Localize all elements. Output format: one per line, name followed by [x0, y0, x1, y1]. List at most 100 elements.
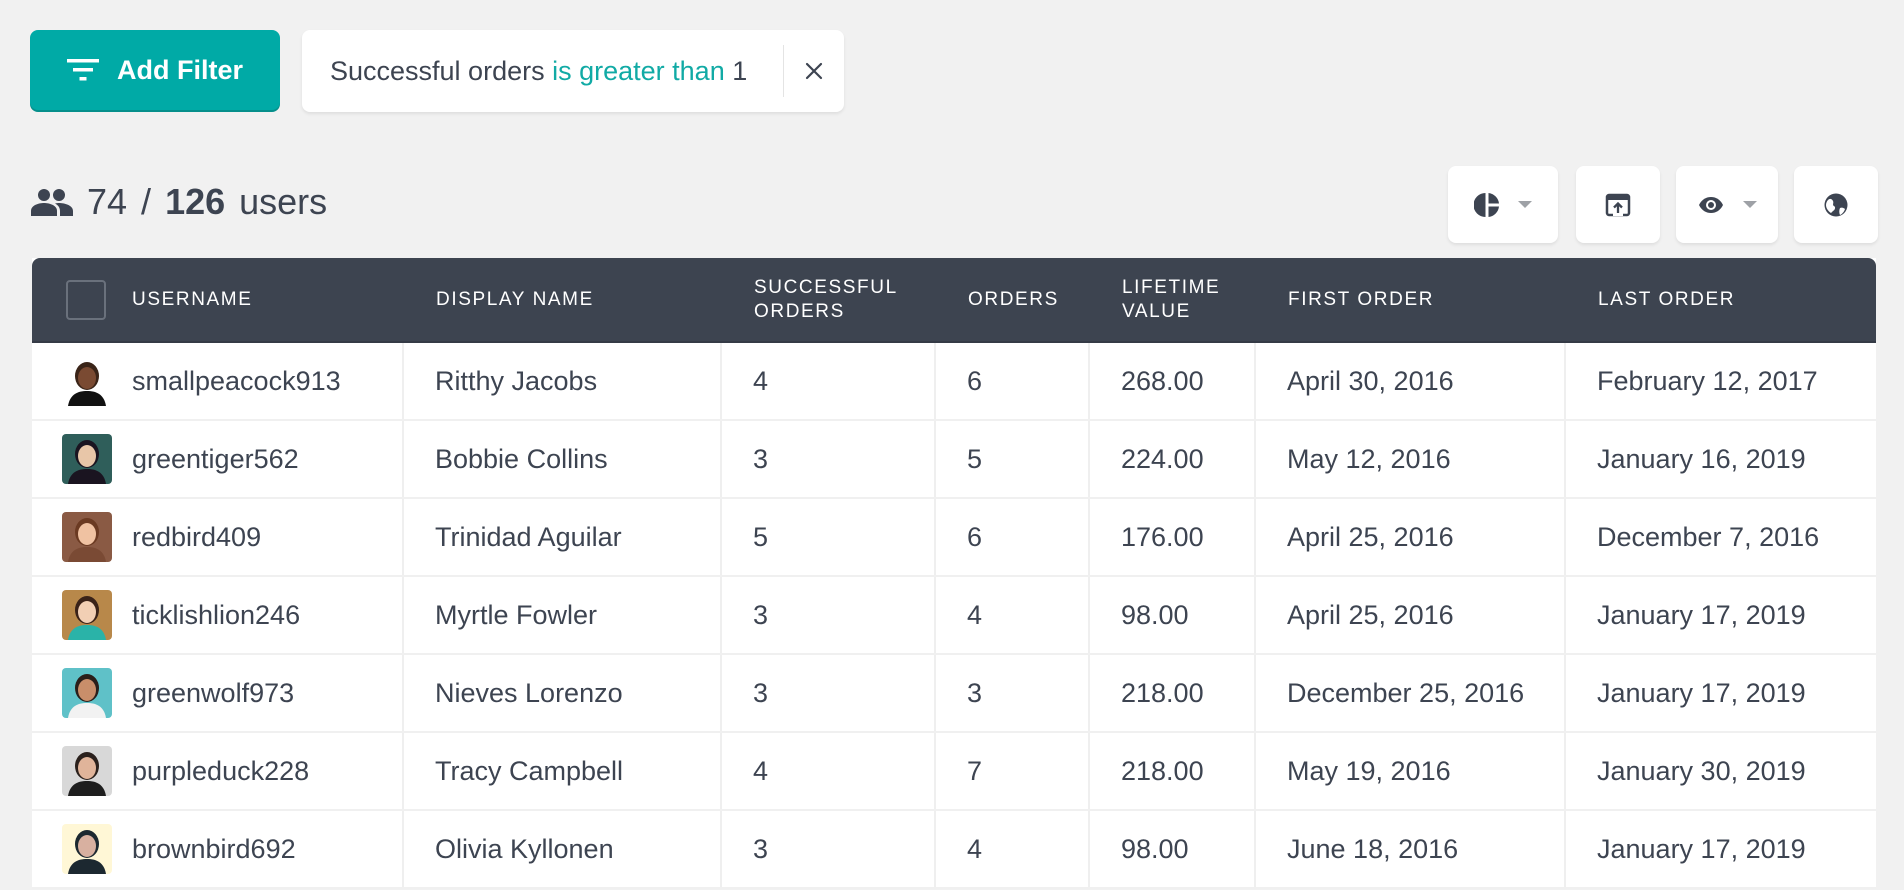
display-name: Ritthy Jacobs	[435, 365, 598, 396]
avatar[interactable]	[62, 590, 112, 640]
export-button[interactable]	[1576, 166, 1660, 243]
cell-username: greenwolf973	[32, 655, 404, 731]
column-header-first-order[interactable]: First Order	[1256, 258, 1566, 341]
cell-last-order: January 17, 2019	[1566, 655, 1876, 731]
filter-value: 1	[732, 55, 748, 86]
orders: 6	[967, 521, 983, 552]
cell-last-order: February 12, 2017	[1566, 343, 1876, 419]
avatar[interactable]	[62, 668, 112, 718]
cell-username: ticklishlion246	[32, 577, 404, 653]
first-order: April 30, 2016	[1287, 365, 1454, 396]
table-row[interactable]: smallpeacock913 Ritthy Jacobs 4 6 268.00…	[32, 343, 1876, 421]
avatar-image	[62, 590, 112, 640]
username[interactable]: purpleduck228	[132, 756, 309, 787]
total-count: 126	[165, 181, 226, 222]
column-header-lifetime-value[interactable]: Lifetime Value	[1090, 258, 1256, 341]
last-order: January 17, 2019	[1597, 677, 1806, 708]
cell-display-name: Nieves Lorenzo	[404, 655, 722, 731]
lifetime-value: 98.00	[1121, 599, 1189, 630]
column-label-line2: Orders	[754, 300, 845, 322]
avatar[interactable]	[62, 356, 112, 406]
column-header-successful-orders[interactable]: Successful Orders	[722, 258, 936, 341]
count-unit: users	[239, 181, 328, 222]
lifetime-value: 268.00	[1121, 365, 1204, 396]
cell-lifetime-value: 176.00	[1090, 499, 1256, 575]
avatar[interactable]	[62, 824, 112, 874]
cell-successful-orders: 5	[722, 499, 936, 575]
chevron-down-icon	[1743, 201, 1757, 208]
active-filter-pill[interactable]: Successful orders is greater than 1	[302, 30, 844, 112]
map-view-button[interactable]	[1794, 166, 1878, 243]
successful-orders: 3	[753, 677, 769, 708]
count-separator: /	[141, 181, 152, 222]
first-order: December 25, 2016	[1287, 677, 1525, 708]
cell-first-order: May 12, 2016	[1256, 421, 1566, 497]
last-order: January 30, 2019	[1597, 755, 1806, 786]
avatar[interactable]	[62, 746, 112, 796]
username[interactable]: ticklishlion246	[132, 600, 300, 631]
cell-display-name: Tracy Campbell	[404, 733, 722, 809]
successful-orders: 3	[753, 443, 769, 474]
username[interactable]: greentiger562	[132, 444, 299, 475]
column-header-orders[interactable]: Orders	[936, 258, 1090, 341]
table-row[interactable]: brownbird692 Olivia Kyllonen 3 4 98.00 J…	[32, 811, 1876, 889]
cell-last-order: January 30, 2019	[1566, 733, 1876, 809]
cell-last-order: January 17, 2019	[1566, 577, 1876, 653]
first-order: June 18, 2016	[1287, 833, 1459, 864]
shown-count: 74	[87, 181, 128, 222]
cell-display-name: Ritthy Jacobs	[404, 343, 722, 419]
cell-first-order: June 18, 2016	[1256, 811, 1566, 887]
display-name: Olivia Kyllonen	[435, 833, 614, 864]
close-icon	[805, 62, 823, 80]
avatar-image	[62, 746, 112, 796]
cell-successful-orders: 4	[722, 733, 936, 809]
filter-icon	[67, 59, 99, 81]
username[interactable]: redbird409	[132, 522, 261, 553]
successful-orders: 4	[753, 365, 769, 396]
table-row[interactable]: greenwolf973 Nieves Lorenzo 3 3 218.00 D…	[32, 655, 1876, 733]
lifetime-value: 218.00	[1121, 677, 1204, 708]
cell-display-name: Trinidad Aguilar	[404, 499, 722, 575]
column-label-line2: Value	[1122, 300, 1191, 322]
cell-orders: 6	[936, 343, 1090, 419]
lifetime-value: 224.00	[1121, 443, 1204, 474]
segments-button[interactable]	[1448, 166, 1558, 243]
column-header-username[interactable]: Username	[32, 258, 404, 341]
remove-filter-button[interactable]	[784, 30, 844, 112]
add-filter-button[interactable]: Add Filter	[30, 30, 280, 110]
display-name: Tracy Campbell	[435, 755, 624, 786]
column-header-last-order[interactable]: Last Order	[1566, 258, 1876, 341]
columns-visibility-button[interactable]	[1676, 166, 1778, 243]
filter-description: Successful orders is greater than 1	[302, 56, 783, 87]
avatar[interactable]	[62, 434, 112, 484]
cell-first-order: April 30, 2016	[1256, 343, 1566, 419]
select-all-checkbox[interactable]	[66, 279, 106, 320]
avatar[interactable]	[62, 512, 112, 562]
cell-orders: 7	[936, 733, 1090, 809]
cell-successful-orders: 4	[722, 343, 936, 419]
username[interactable]: smallpeacock913	[132, 366, 341, 397]
table-row[interactable]: greentiger562 Bobbie Collins 3 5 224.00 …	[32, 421, 1876, 499]
last-order: February 12, 2017	[1597, 365, 1818, 396]
column-label: Last Order	[1598, 288, 1736, 310]
username[interactable]: greenwolf973	[132, 678, 294, 709]
first-order: May 19, 2016	[1287, 755, 1451, 786]
cell-username: greentiger562	[32, 421, 404, 497]
cell-orders: 6	[936, 499, 1090, 575]
cell-last-order: January 16, 2019	[1566, 421, 1876, 497]
display-name: Bobbie Collins	[435, 443, 608, 474]
column-header-display-name[interactable]: Display Name	[404, 258, 722, 341]
first-order: May 12, 2016	[1287, 443, 1451, 474]
cell-successful-orders: 3	[722, 811, 936, 887]
table-row[interactable]: purpleduck228 Tracy Campbell 4 7 218.00 …	[32, 733, 1876, 811]
cell-lifetime-value: 268.00	[1090, 343, 1256, 419]
username[interactable]: brownbird692	[132, 834, 296, 865]
display-name: Myrtle Fowler	[435, 599, 598, 630]
cell-lifetime-value: 218.00	[1090, 655, 1256, 731]
cell-username: brownbird692	[32, 811, 404, 887]
chevron-down-icon	[1518, 201, 1532, 208]
cell-last-order: January 17, 2019	[1566, 811, 1876, 887]
table-row[interactable]: redbird409 Trinidad Aguilar 5 6 176.00 A…	[32, 499, 1876, 577]
table-row[interactable]: ticklishlion246 Myrtle Fowler 3 4 98.00 …	[32, 577, 1876, 655]
cell-last-order: December 7, 2016	[1566, 499, 1876, 575]
